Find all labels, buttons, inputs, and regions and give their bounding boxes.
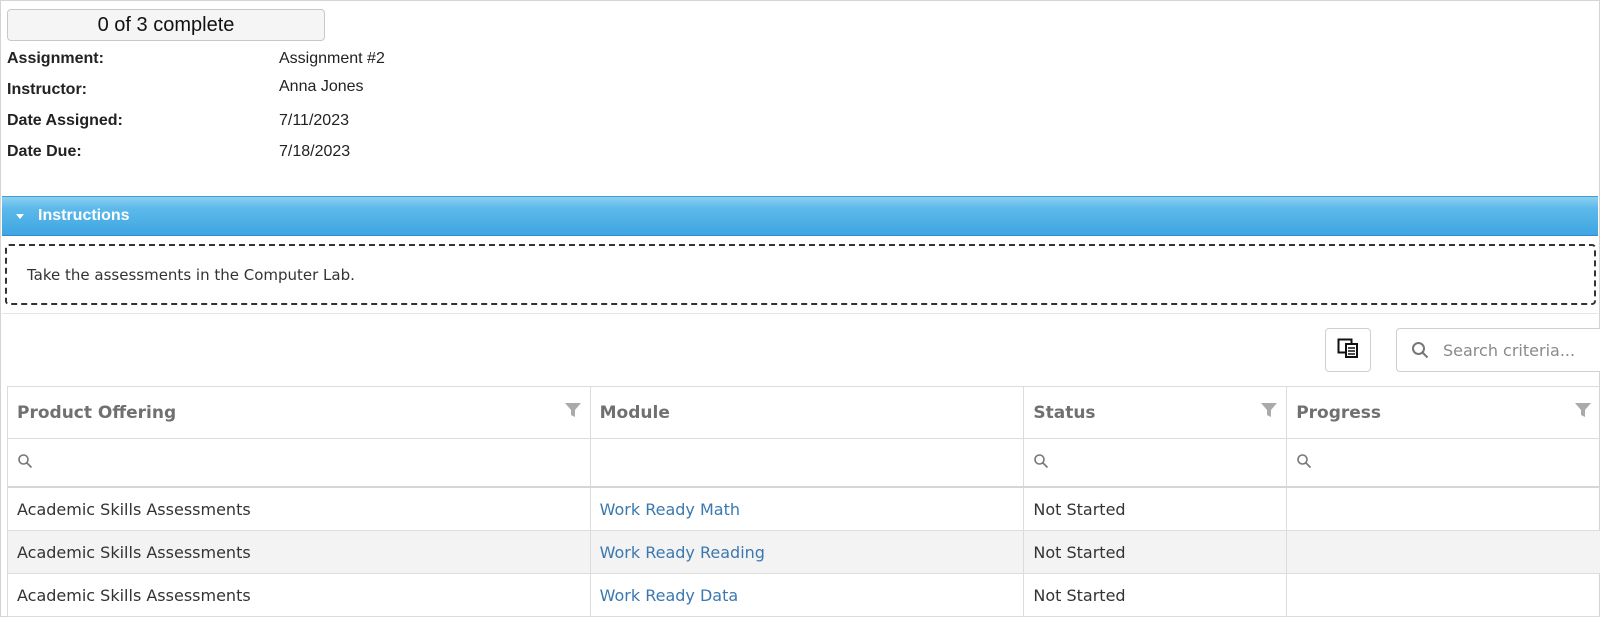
column-header-label: Module [599, 402, 670, 423]
column-header-label: Progress [1296, 402, 1382, 423]
date-due-label: Date Due: [7, 143, 82, 160]
instructor-value: Anna Jones [279, 78, 364, 95]
column-header-label: Status [1033, 402, 1096, 423]
cell-progress [1287, 531, 1600, 573]
completion-progress-label: 0 of 3 complete [97, 13, 235, 36]
column-header-status[interactable]: Status [1024, 387, 1288, 438]
completion-progress-badge: 0 of 3 complete [7, 9, 325, 41]
module-link[interactable]: Work Ready Reading [600, 543, 765, 562]
filter-icon[interactable] [1574, 401, 1592, 419]
date-assigned-label: Date Assigned: [7, 112, 123, 129]
assignment-value: Assignment #2 [279, 50, 385, 67]
search-icon [17, 453, 33, 473]
cell-status: Not Started [1024, 531, 1288, 573]
column-header-label: Product Offering [17, 402, 177, 423]
caret-down-icon [16, 213, 24, 219]
grid-filter-row [8, 439, 1600, 488]
date-due-value: 7/18/2023 [279, 143, 351, 160]
filter-cell-progress[interactable] [1287, 439, 1600, 486]
section-divider [2, 313, 1598, 314]
search-input[interactable] [1441, 339, 1595, 361]
table-row: Academic Skills Assessments Work Ready R… [8, 531, 1600, 574]
search-box [1396, 328, 1600, 372]
column-header-module[interactable]: Module [591, 387, 1025, 438]
grid-header-row: Product Offering Module Status Progress [8, 387, 1600, 439]
column-chooser-icon [1337, 338, 1359, 363]
date-assigned-value: 7/11/2023 [279, 112, 349, 129]
search-icon [1411, 341, 1429, 359]
table-row: Academic Skills Assessments Work Ready M… [8, 488, 1600, 531]
filter-cell-status[interactable] [1024, 439, 1288, 486]
cell-progress [1287, 488, 1600, 530]
instructions-collapse-header[interactable]: Instructions [2, 196, 1598, 236]
column-header-product-offering[interactable]: Product Offering [8, 387, 591, 438]
column-chooser-button[interactable] [1325, 328, 1371, 372]
cell-product-offering: Academic Skills Assessments [8, 531, 591, 573]
instructions-text: Take the assessments in the Computer Lab… [27, 265, 355, 284]
cell-status: Not Started [1024, 488, 1288, 530]
cell-module: Work Ready Math [591, 488, 1025, 530]
module-link[interactable]: Work Ready Math [600, 500, 740, 519]
search-icon [1033, 453, 1049, 473]
filter-cell-module [591, 439, 1025, 486]
assignment-label: Assignment: [7, 50, 104, 67]
cell-progress [1287, 574, 1600, 616]
column-header-progress[interactable]: Progress [1287, 387, 1600, 438]
cell-module: Work Ready Reading [591, 531, 1025, 573]
module-link[interactable]: Work Ready Data [600, 586, 739, 605]
cell-product-offering: Academic Skills Assessments [8, 488, 591, 530]
cell-status: Not Started [1024, 574, 1288, 616]
search-icon [1296, 453, 1312, 473]
instructor-label: Instructor: [7, 81, 87, 98]
filter-icon[interactable] [1260, 401, 1278, 419]
cell-product-offering: Academic Skills Assessments [8, 574, 591, 616]
cell-module: Work Ready Data [591, 574, 1025, 616]
assignment-grid: Product Offering Module Status Progress [7, 386, 1600, 617]
instructions-content: Take the assessments in the Computer Lab… [5, 244, 1596, 305]
instructions-title: Instructions [38, 207, 130, 224]
filter-cell-product-offering[interactable] [8, 439, 591, 486]
filter-icon[interactable] [564, 401, 582, 419]
table-row: Academic Skills Assessments Work Ready D… [8, 574, 1600, 617]
